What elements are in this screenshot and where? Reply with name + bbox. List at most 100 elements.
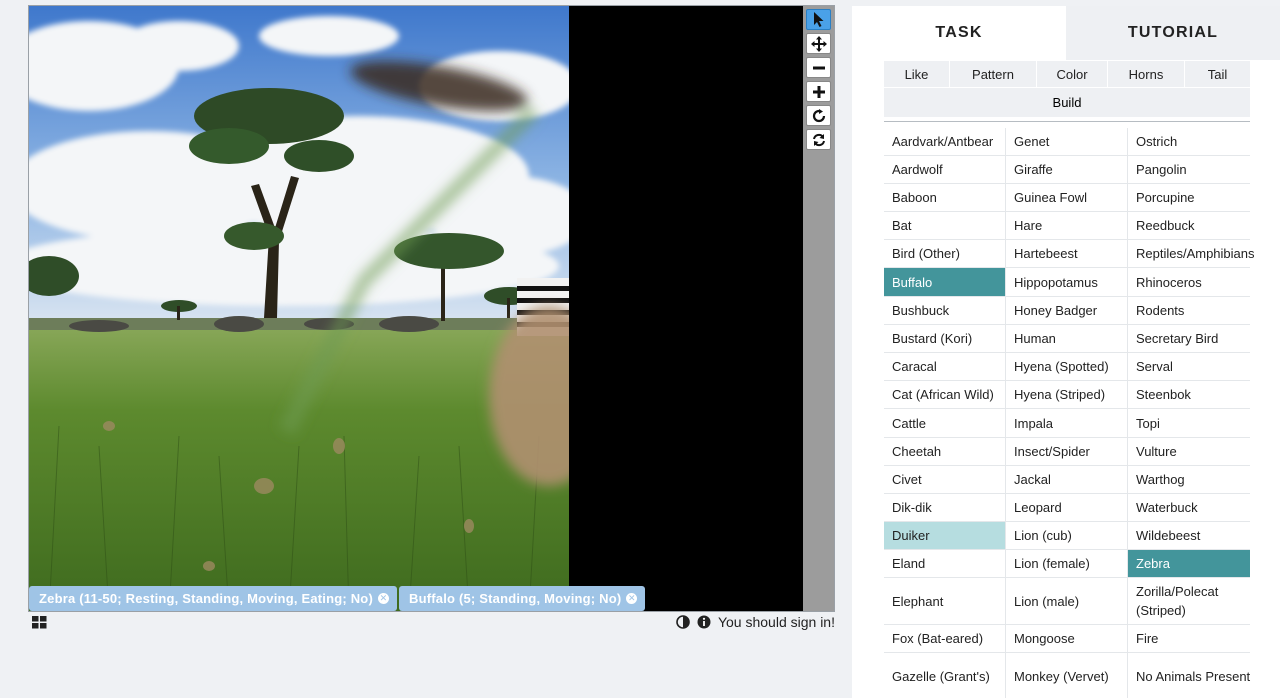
zoom-in-button[interactable] — [806, 81, 831, 102]
grid-view-icon[interactable] — [32, 616, 47, 634]
species-option[interactable]: Gazelle (Grant's) — [884, 653, 1006, 698]
sign-in-message[interactable]: You should sign in! — [718, 614, 835, 630]
species-option[interactable]: Hyena (Striped) — [1006, 381, 1128, 408]
species-option[interactable]: Reptiles/Amphibians — [1128, 240, 1255, 267]
rotate-button[interactable] — [806, 105, 831, 126]
species-option[interactable]: Secretary Bird — [1128, 325, 1250, 352]
species-option[interactable]: Mongoose — [1006, 625, 1128, 652]
species-option[interactable]: Hyena (Spotted) — [1006, 353, 1128, 380]
species-option[interactable]: Wildebeest — [1128, 522, 1250, 549]
camera-trap-photo[interactable] — [29, 6, 569, 611]
species-row: Baboon Guinea Fowl Porcupine — [884, 184, 1250, 212]
species-row: Bustard (Kori) Human Secretary Bird — [884, 325, 1250, 353]
species-option[interactable]: Zebra — [1128, 550, 1250, 577]
pointer-tool-button[interactable] — [806, 9, 831, 30]
species-option[interactable]: Elephant — [884, 578, 1006, 624]
classification-tags: Zebra (11-50; Resting, Standing, Moving,… — [29, 586, 646, 611]
contrast-icon[interactable] — [676, 615, 690, 629]
species-option[interactable]: Genet — [1006, 128, 1128, 155]
species-row: Fox (Bat-eared) Mongoose Fire — [884, 625, 1250, 653]
species-option[interactable]: Lion (male) — [1006, 578, 1128, 624]
species-option[interactable]: Human — [1006, 325, 1128, 352]
species-option[interactable]: Cattle — [884, 409, 1006, 437]
image-viewer[interactable] — [28, 5, 835, 612]
filter-build[interactable]: Build — [884, 87, 1250, 117]
species-option[interactable]: Rhinoceros — [1128, 268, 1250, 296]
species-option[interactable]: Cat (African Wild) — [884, 381, 1006, 408]
species-row: Cheetah Insect/Spider Vulture — [884, 438, 1250, 466]
filter-color[interactable]: Color — [1037, 61, 1108, 87]
species-option[interactable]: Reedbuck — [1128, 212, 1250, 239]
species-option[interactable]: Fire — [1128, 625, 1250, 652]
species-option[interactable]: Ostrich — [1128, 128, 1250, 155]
species-option[interactable]: Topi — [1128, 409, 1250, 437]
species-row: Cattle Impala Topi — [884, 409, 1250, 438]
species-row: Aardwolf Giraffe Pangolin — [884, 156, 1250, 184]
filter-like[interactable]: Like — [884, 61, 950, 87]
reset-view-button[interactable] — [806, 129, 831, 150]
species-option[interactable]: Porcupine — [1128, 184, 1250, 211]
tag-buffalo[interactable]: Buffalo (5; Standing, Moving; No) ✕ — [398, 586, 646, 611]
species-row: Caracal Hyena (Spotted) Serval — [884, 353, 1250, 381]
species-option[interactable]: Lion (female) — [1006, 550, 1128, 577]
species-option[interactable]: Aardwolf — [884, 156, 1006, 183]
species-option[interactable]: Serval — [1128, 353, 1250, 380]
remove-tag-icon[interactable]: ✕ — [626, 593, 638, 604]
species-option[interactable]: Cheetah — [884, 438, 1006, 465]
species-option[interactable]: Insect/Spider — [1006, 438, 1128, 465]
species-option[interactable]: Aardvark/Antbear — [884, 128, 1006, 155]
species-row: Eland Lion (female) Zebra — [884, 550, 1250, 578]
move-arrows-icon — [810, 35, 827, 52]
pan-tool-button[interactable] — [806, 33, 831, 54]
tab-tutorial[interactable]: TUTORIAL — [1066, 6, 1280, 60]
species-row: Duiker Lion (cub) Wildebeest — [884, 522, 1250, 550]
species-option[interactable]: Bushbuck — [884, 297, 1006, 324]
species-option[interactable]: Honey Badger — [1006, 297, 1128, 324]
zoom-out-button[interactable] — [806, 57, 831, 78]
species-option[interactable]: Caracal — [884, 353, 1006, 380]
species-option[interactable]: Rodents — [1128, 297, 1250, 324]
species-option[interactable]: Vulture — [1128, 438, 1250, 465]
species-option[interactable]: Eland — [884, 550, 1006, 577]
species-option[interactable]: Steenbok — [1128, 381, 1250, 408]
filter-tail[interactable]: Tail — [1185, 61, 1250, 87]
species-option[interactable]: Bird (Other) — [884, 240, 1006, 267]
species-option[interactable]: Bustard (Kori) — [884, 325, 1006, 352]
species-option[interactable]: Zorilla/Polecat (Striped) — [1128, 578, 1250, 624]
species-option[interactable]: Hartebeest — [1006, 240, 1128, 267]
filter-pattern[interactable]: Pattern — [950, 61, 1037, 87]
species-option[interactable]: Hippopotamus — [1006, 268, 1128, 296]
species-option[interactable]: Jackal — [1006, 466, 1128, 493]
species-option[interactable]: Leopard — [1006, 494, 1128, 521]
info-icon[interactable] — [697, 615, 711, 629]
species-option[interactable]: Duiker — [884, 522, 1006, 549]
species-row: Civet Jackal Warthog — [884, 466, 1250, 494]
cursor-arrow-icon — [813, 12, 823, 27]
species-option[interactable]: Warthog — [1128, 466, 1250, 493]
tab-task[interactable]: TASK — [852, 6, 1066, 60]
species-option[interactable]: Waterbuck — [1128, 494, 1250, 521]
species-option[interactable]: Monkey (Vervet) — [1006, 653, 1128, 698]
species-row: Bushbuck Honey Badger Rodents — [884, 297, 1250, 325]
remove-tag-icon[interactable]: ✕ — [377, 593, 389, 604]
species-option[interactable]: Hare — [1006, 212, 1128, 239]
tag-label: Buffalo (5; Standing, Moving; No) — [408, 591, 622, 606]
species-option[interactable]: Bat — [884, 212, 1006, 239]
species-option[interactable]: Impala — [1006, 409, 1128, 437]
species-row: Dik-dik Leopard Waterbuck — [884, 494, 1250, 522]
species-option[interactable]: Civet — [884, 466, 1006, 493]
species-option[interactable]: Pangolin — [1128, 156, 1250, 183]
species-option[interactable]: Dik-dik — [884, 494, 1006, 521]
species-row: Buffalo Hippopotamus Rhinoceros — [884, 268, 1250, 297]
species-option[interactable]: Giraffe — [1006, 156, 1128, 183]
species-option[interactable]: Buffalo — [884, 268, 1006, 296]
species-option[interactable]: No Animals Present — [1128, 653, 1250, 698]
divider — [884, 121, 1250, 122]
species-option[interactable]: Lion (cub) — [1006, 522, 1128, 549]
filter-horns[interactable]: Horns — [1108, 61, 1185, 87]
plus-icon — [812, 85, 825, 98]
species-option[interactable]: Guinea Fowl — [1006, 184, 1128, 211]
species-option[interactable]: Fox (Bat-eared) — [884, 625, 1006, 652]
tag-zebra[interactable]: Zebra (11-50; Resting, Standing, Moving,… — [29, 586, 397, 611]
species-option[interactable]: Baboon — [884, 184, 1006, 211]
